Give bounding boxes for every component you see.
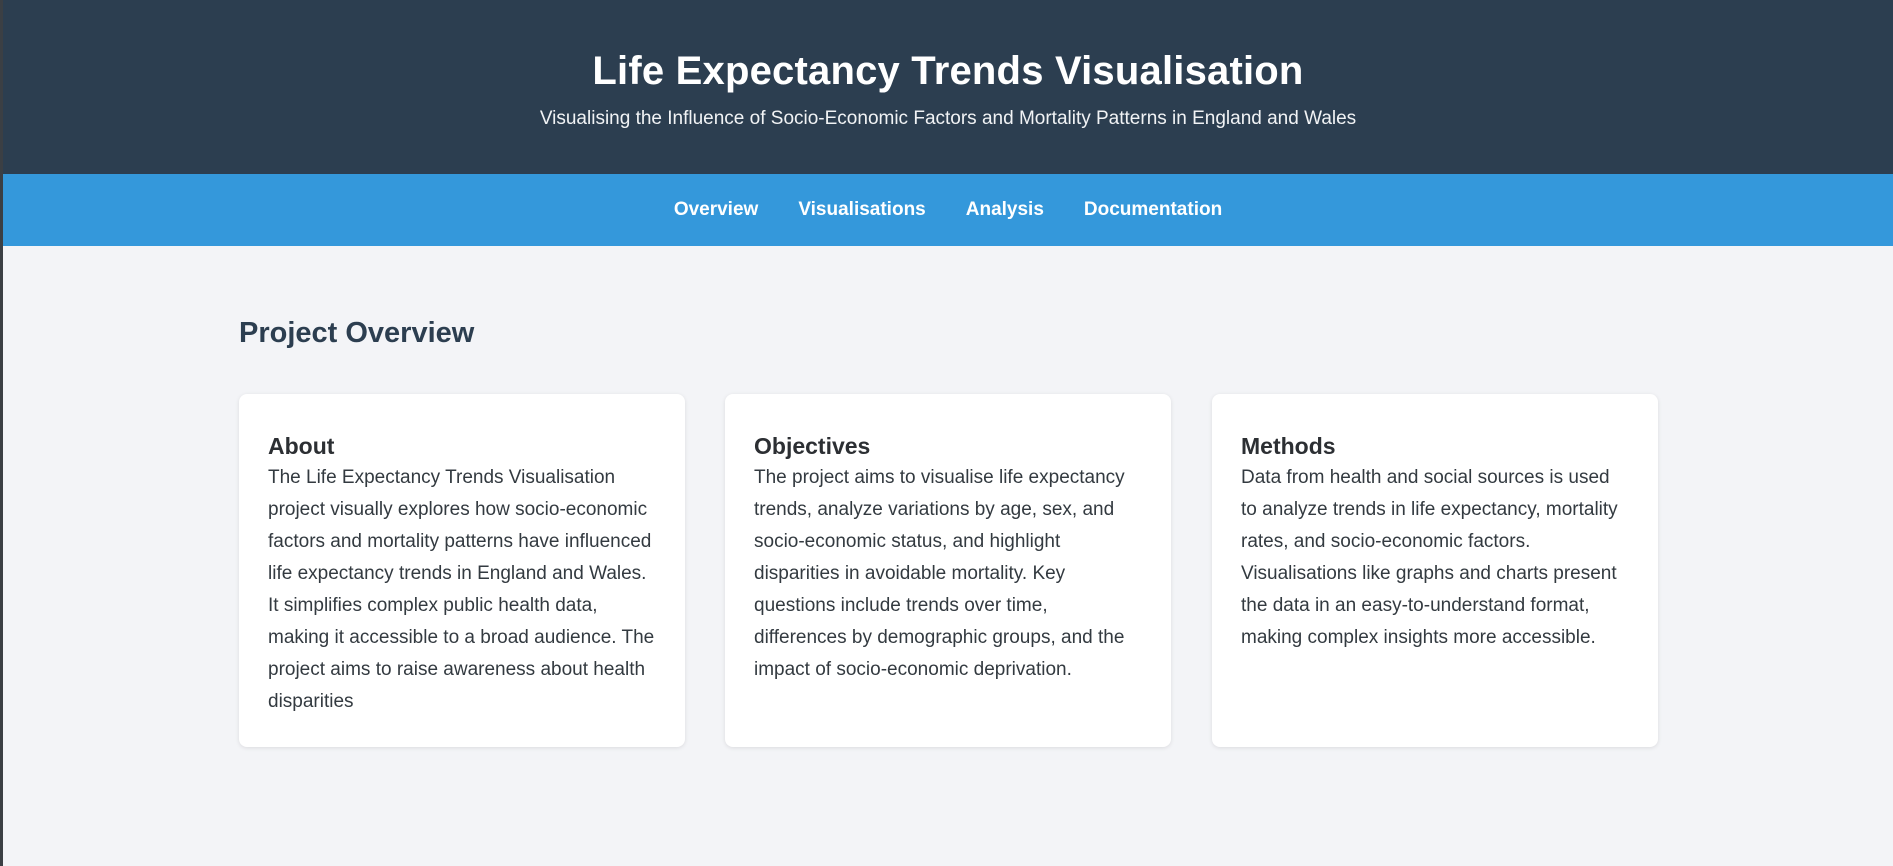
card-methods: Methods Data from health and social sour…: [1212, 394, 1658, 747]
card-text: The project aims to visualise life expec…: [754, 467, 1125, 680]
card-objectives: Objectives The project aims to visualise…: [725, 394, 1171, 747]
card-text: The Life Expectancy Trends Visualisation…: [268, 467, 655, 712]
nav-link-visualisations[interactable]: Visualisations: [798, 196, 925, 224]
site-subtitle: Visualising the Influence of Socio-Econo…: [539, 108, 1357, 129]
section-title: Project Overview: [239, 317, 475, 349]
card-title: Methods: [1241, 433, 1336, 459]
site-title: Life Expectancy Trends Visualisation: [592, 49, 1304, 93]
card-title: Objectives: [754, 433, 871, 459]
card-title: About: [268, 433, 335, 459]
overview-cards: About The Life Expectancy Trends Visuali…: [239, 394, 1659, 747]
nav-link-documentation[interactable]: Documentation: [1084, 196, 1222, 224]
nav-link-overview[interactable]: Overview: [674, 196, 759, 224]
card-text: Data from health and social sources is u…: [1241, 467, 1618, 648]
nav-link-analysis[interactable]: Analysis: [966, 196, 1044, 224]
site-header: Life Expectancy Trends Visualisation Vis…: [3, 0, 1893, 174]
main-nav: Overview Visualisations Analysis Documen…: [3, 174, 1893, 246]
window-left-edge: [0, 0, 3, 866]
card-about: About The Life Expectancy Trends Visuali…: [239, 394, 685, 747]
